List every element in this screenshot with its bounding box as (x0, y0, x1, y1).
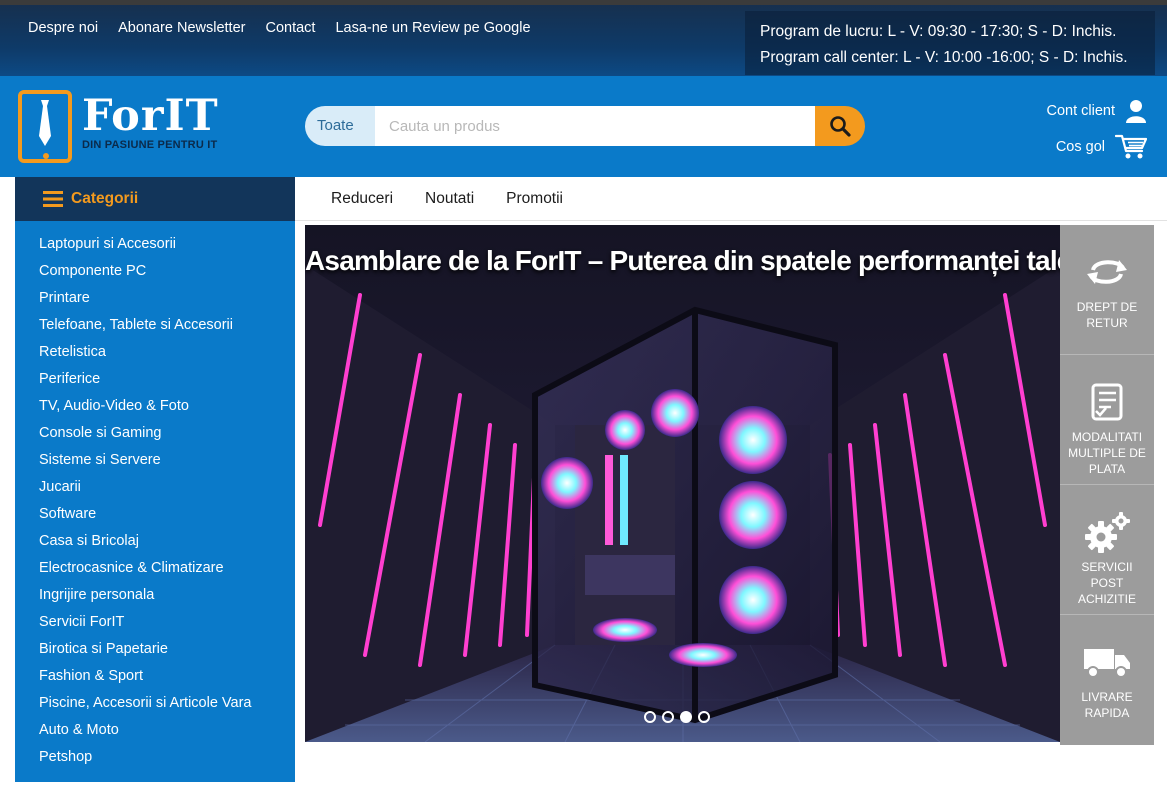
category-sidebar: Laptopuri si Accesorii Componente PC Print… (15, 221, 295, 782)
account-link[interactable]: Cont client (1046, 96, 1147, 126)
sidebar-category-item[interactable]: Periferice (15, 366, 295, 393)
sidebar-category-item[interactable]: Petshop (15, 744, 295, 771)
pc-case-illustration (305, 265, 1060, 742)
sidebar-category-item[interactable]: Sisteme si Servere (15, 447, 295, 474)
features-column: DREPT DE RETUR MODALITATI MULTIPLE DE PL… (1060, 225, 1154, 745)
link-abonare-newsletter[interactable]: Abonare Newsletter (118, 20, 245, 36)
feature-delivery-label: LIVRARE RAPIDA (1081, 690, 1133, 720)
categories-button[interactable]: Categorii (15, 177, 295, 221)
truck-icon (1084, 649, 1130, 678)
feature-delivery[interactable]: LIVRARE RAPIDA (1060, 615, 1154, 745)
feature-services[interactable]: SERVICII POST ACHIZITIE (1060, 485, 1154, 615)
link-contact[interactable]: Contact (265, 20, 315, 36)
account-label: Cont client (1046, 103, 1115, 119)
carousel-dot[interactable] (662, 711, 674, 723)
cart-icon (1115, 134, 1147, 159)
category-list: Laptopuri si Accesorii Componente PC Print… (15, 231, 295, 771)
top-links: Despre noi Abonare Newsletter Contact La… (28, 20, 531, 36)
site-logo[interactable]: ForIT DIN PASIUNE PENTRU IT (18, 90, 219, 163)
sidebar-category-item[interactable]: Jucarii (15, 474, 295, 501)
hamburger-menu-icon (43, 191, 63, 207)
phone-tie-logo-icon (18, 90, 72, 163)
gears-icon (1085, 512, 1130, 553)
account-area: Cont client Cos gol (1046, 96, 1147, 168)
feature-return[interactable]: DREPT DE RETUR (1060, 225, 1154, 355)
sidebar-category-item[interactable]: Electrocasnice & Climatizare (15, 555, 295, 582)
sidebar-category-item[interactable]: Ingrijire personala (15, 582, 295, 609)
hours-callcenter: Program call center: L - V: 10:00 -16:00… (760, 49, 1128, 66)
search-input[interactable] (375, 106, 815, 146)
search-button[interactable] (815, 106, 865, 146)
hero-banner[interactable]: Asamblare de la ForIT – Puterea din spat… (305, 225, 1060, 742)
return-arrows-icon (1087, 260, 1127, 284)
carousel-dot[interactable] (680, 711, 692, 723)
payment-list-icon (1091, 383, 1123, 421)
sidebar-category-item[interactable]: Componente PC (15, 258, 295, 285)
hours-work: Program de lucru: L - V: 09:30 - 17:30; … (760, 23, 1117, 40)
search-icon (830, 116, 851, 137)
nav-reduceri[interactable]: Reduceri (331, 190, 393, 208)
feature-services-label: SERVICII POST ACHIZITIE (1077, 560, 1136, 606)
sidebar-category-item[interactable]: Telefoane, Tablete si Accesorii (15, 312, 295, 339)
feature-payment[interactable]: MODALITATI MULTIPLE DE PLATA (1060, 355, 1154, 485)
search-bar: Toate (305, 106, 865, 146)
main-nav: Reduceri Noutati Promotii (295, 177, 1167, 221)
sidebar-category-item[interactable]: Printare (15, 285, 295, 312)
nav-noutati[interactable]: Noutati (425, 190, 474, 208)
working-hours: Program de lucru: L - V: 09:30 - 17:30; … (745, 11, 1155, 75)
sidebar-category-item[interactable]: Retelistica (15, 339, 295, 366)
link-despre-noi[interactable]: Despre noi (28, 20, 98, 36)
sidebar-category-item[interactable]: Birotica si Papetarie (15, 636, 295, 663)
logo-name: ForIT (82, 91, 219, 141)
sidebar-category-item[interactable]: TV, Audio-Video & Foto (15, 393, 295, 420)
sidebar-category-item[interactable]: Software (15, 501, 295, 528)
carousel-dot[interactable] (644, 711, 656, 723)
logo-tagline: DIN PASIUNE PENTRU IT (82, 139, 218, 151)
sidebar-category-item[interactable]: Casa si Bricolaj (15, 528, 295, 555)
cart-label: Cos gol (1055, 139, 1105, 155)
sidebar-category-item[interactable]: Servicii ForIT (15, 609, 295, 636)
sidebar-category-item[interactable]: Auto & Moto (15, 717, 295, 744)
user-icon (1126, 100, 1146, 123)
carousel-dot[interactable] (698, 711, 710, 723)
search-category-select[interactable]: Toate (305, 106, 375, 146)
link-google-review[interactable]: Lasa-ne un Review pe Google (335, 20, 530, 36)
cart-link[interactable]: Cos gol (1046, 132, 1147, 162)
sidebar-category-item[interactable]: Console si Gaming (15, 420, 295, 447)
top-bar: Despre noi Abonare Newsletter Contact La… (0, 0, 1167, 76)
sidebar-category-item[interactable]: Laptopuri si Accesorii (15, 231, 295, 258)
feature-return-label: DREPT DE RETUR (1076, 300, 1138, 330)
categories-label: Categorii (71, 190, 139, 207)
site-header: ForIT DIN PASIUNE PENTRU IT Toate Cont c… (0, 76, 1167, 177)
sidebar-category-item[interactable]: Fashion & Sport (15, 663, 295, 690)
nav-promotii[interactable]: Promotii (506, 190, 563, 208)
carousel-dots (644, 711, 710, 723)
banner-title: Asamblare de la ForIT – Puterea din spat… (305, 245, 1060, 276)
feature-payment-label: MODALITATI MULTIPLE DE PLATA (1068, 430, 1146, 476)
sidebar-category-item[interactable]: Piscine, Accesorii si Articole Vara (15, 690, 295, 717)
